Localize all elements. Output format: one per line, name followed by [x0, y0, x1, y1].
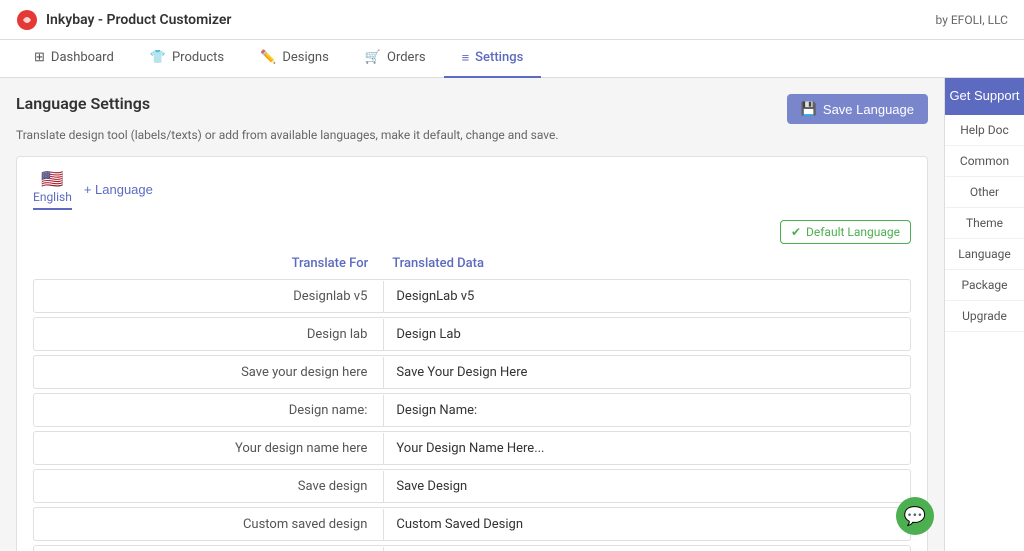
tab-dashboard[interactable]: ⊞ Dashboard	[16, 40, 132, 78]
page-subtitle: Translate design tool (labels/texts) or …	[16, 128, 928, 142]
default-lang-row: ✔ Default Language	[33, 220, 911, 244]
row-label: Custom saved design	[34, 509, 384, 540]
app-title: Inkybay - Product Customizer	[46, 12, 231, 28]
language-tabs: 🇺🇸 English + Language	[33, 169, 911, 210]
save-language-label: Save Language	[823, 102, 914, 117]
tab-designs-label: Designs	[282, 50, 328, 65]
sidebar-item-other[interactable]: Other	[945, 177, 1024, 208]
row-value: DesignLab v5	[384, 281, 910, 312]
table-row: Save design Save Design	[33, 469, 911, 503]
sidebar-item-common[interactable]: Common	[945, 146, 1024, 177]
tab-settings-label: Settings	[475, 50, 523, 65]
designs-icon: ✏️	[260, 50, 276, 65]
top-bar: Inkybay - Product Customizer by EFOLI, L…	[0, 0, 1024, 40]
checkmark-icon: ✔	[791, 225, 801, 239]
table-row: Design name: Design Name:	[33, 393, 911, 427]
orders-icon: 🛒	[365, 50, 381, 65]
dashboard-icon: ⊞	[34, 50, 45, 65]
row-label: Design lab	[34, 319, 384, 350]
app-by: by EFOLI, LLC	[936, 13, 1008, 27]
translate-header: Translate For Translated Data	[33, 252, 911, 279]
add-language-button[interactable]: + Language	[84, 182, 153, 197]
row-value: Design Lab	[384, 319, 910, 350]
english-lang-label: English	[33, 190, 72, 204]
page-header: Language Settings 💾 Save Language	[16, 94, 928, 124]
tab-products[interactable]: 👕 Products	[132, 40, 242, 78]
app-container: Inkybay - Product Customizer by EFOLI, L…	[0, 0, 1024, 551]
logo-icon	[16, 9, 38, 31]
row-value: Save Your Design Here	[384, 357, 910, 388]
tab-designs[interactable]: ✏️ Designs	[242, 40, 347, 78]
sidebar-item-package[interactable]: Package	[945, 270, 1024, 301]
table-row: Your design name here Your Design Name H…	[33, 431, 911, 465]
table-row: Custom saved design Custom Saved Design	[33, 507, 911, 541]
language-card: 🇺🇸 English + Language ✔ Default Language	[16, 156, 928, 551]
default-language-badge: ✔ Default Language	[780, 220, 911, 244]
translated-data-header: Translated Data	[384, 256, 911, 271]
row-value: Your Design Name Here...	[384, 433, 910, 464]
body-layout: Language Settings 💾 Save Language Transl…	[0, 78, 1024, 551]
table-row: Designlab v5 DesignLab v5	[33, 279, 911, 313]
sidebar-item-help-doc[interactable]: Help Doc	[945, 115, 1024, 146]
table-row: Save your design here Save Your Design H…	[33, 355, 911, 389]
table-row: There are no clipart matching the select…	[33, 545, 911, 551]
save-language-button[interactable]: 💾 Save Language	[787, 94, 928, 124]
row-value: Save Design	[384, 471, 910, 502]
right-sidebar: Get Support Help DocCommonOtherThemeLang…	[944, 78, 1024, 551]
english-flag-icon: 🇺🇸	[41, 169, 63, 190]
products-icon: 👕	[150, 50, 166, 65]
row-label: Design name:	[34, 395, 384, 426]
tab-orders-label: Orders	[387, 50, 426, 65]
get-support-button[interactable]: Get Support	[945, 78, 1024, 115]
tab-orders[interactable]: 🛒 Orders	[347, 40, 444, 78]
get-support-label: Get Support	[949, 88, 1019, 103]
translation-table: Designlab v5 DesignLab v5 Design lab Des…	[33, 279, 911, 551]
settings-icon: ≡	[462, 50, 470, 66]
row-label: There are no clipart matching the select…	[34, 547, 384, 551]
top-bar-left: Inkybay - Product Customizer	[16, 9, 231, 31]
main-content: Language Settings 💾 Save Language Transl…	[0, 78, 944, 551]
page-title: Language Settings	[16, 94, 150, 113]
sidebar-item-upgrade[interactable]: Upgrade	[945, 301, 1024, 332]
row-label: Save design	[34, 471, 384, 502]
chat-icon: 💬	[904, 506, 926, 527]
row-value: Design Name:	[384, 395, 910, 426]
row-label: Designlab v5	[34, 281, 384, 312]
nav-tabs: ⊞ Dashboard 👕 Products ✏️ Designs 🛒 Orde…	[0, 40, 1024, 78]
row-value: No Cliparts	[384, 547, 910, 551]
floppy-icon: 💾	[801, 101, 817, 117]
english-lang-tab[interactable]: 🇺🇸 English	[33, 169, 72, 210]
sidebar-item-language[interactable]: Language	[945, 239, 1024, 270]
table-row: Design lab Design Lab	[33, 317, 911, 351]
translate-for-header: Translate For	[33, 256, 384, 271]
tab-products-label: Products	[172, 50, 224, 65]
default-lang-text: Default Language	[806, 225, 900, 239]
row-label: Save your design here	[34, 357, 384, 388]
row-value: Custom Saved Design	[384, 509, 910, 540]
tab-dashboard-label: Dashboard	[51, 50, 114, 65]
chat-bubble-button[interactable]: 💬	[896, 497, 934, 535]
sidebar-item-theme[interactable]: Theme	[945, 208, 1024, 239]
tab-settings[interactable]: ≡ Settings	[444, 40, 542, 78]
add-lang-label: + Language	[84, 182, 153, 197]
row-label: Your design name here	[34, 433, 384, 464]
